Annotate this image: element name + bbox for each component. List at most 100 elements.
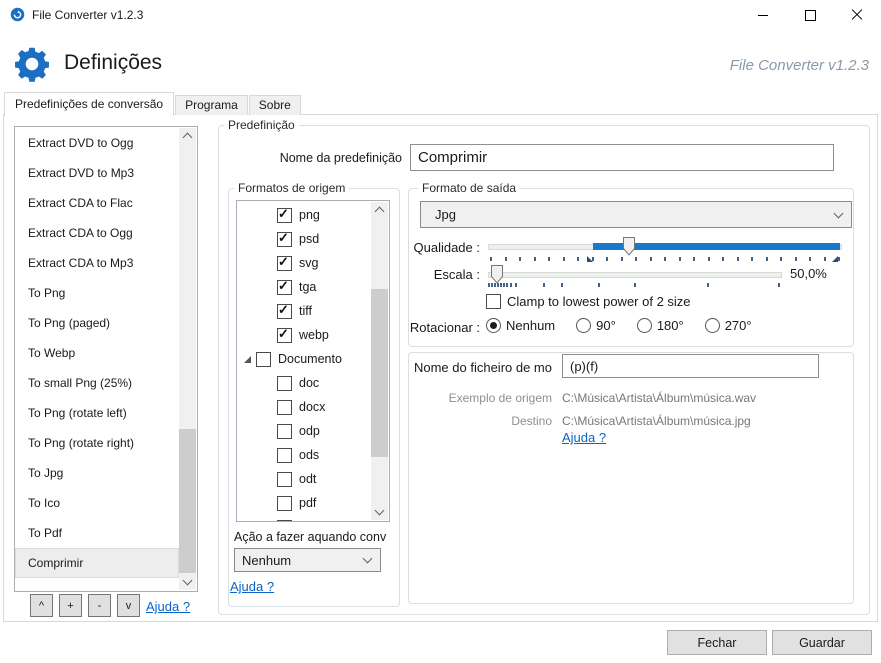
tick-mark bbox=[766, 257, 768, 261]
list-item[interactable]: To Png (rotate right) bbox=[15, 428, 179, 458]
tab[interactable]: Programa bbox=[175, 95, 248, 115]
formats-help-link[interactable]: Ajuda ? bbox=[230, 579, 274, 594]
checkbox[interactable] bbox=[277, 424, 292, 439]
format-row[interactable]: Documento bbox=[237, 347, 389, 371]
format-row[interactable]: doc bbox=[237, 371, 389, 395]
format-list-items: pngpsdsvgtgatiffwebpDocumentodocdocxodpo… bbox=[237, 201, 389, 521]
format-row[interactable]: webp bbox=[237, 323, 389, 347]
list-item[interactable]: Extract CDA to Flac bbox=[15, 188, 179, 218]
preset-name-input[interactable] bbox=[410, 144, 834, 171]
list-item[interactable]: Extract DVD to Mp3 bbox=[15, 158, 179, 188]
checkbox[interactable] bbox=[277, 232, 292, 247]
format-row[interactable]: png bbox=[237, 203, 389, 227]
tick-mark bbox=[737, 257, 739, 261]
list-item[interactable]: Extract CDA to Mp3 bbox=[15, 248, 179, 278]
format-row[interactable]: odt bbox=[237, 467, 389, 491]
checkbox[interactable] bbox=[277, 256, 292, 271]
radio-button[interactable] bbox=[637, 318, 652, 333]
list-item[interactable]: To Webp bbox=[15, 338, 179, 368]
list-item[interactable]: To Ico bbox=[15, 488, 179, 518]
minimize-button[interactable] bbox=[740, 0, 786, 30]
checkbox[interactable] bbox=[277, 400, 292, 415]
tick-mark bbox=[634, 283, 636, 287]
list-item[interactable]: To Pdf bbox=[15, 518, 179, 548]
filename-help-link[interactable]: Ajuda ? bbox=[562, 430, 606, 445]
format-row[interactable]: docx bbox=[237, 395, 389, 419]
save-button[interactable]: Guardar bbox=[772, 630, 872, 655]
format-list-scrollbar[interactable] bbox=[371, 202, 388, 520]
tick-mark bbox=[707, 283, 709, 287]
list-item[interactable]: To Png (rotate left) bbox=[15, 398, 179, 428]
rotate-option[interactable]: 180° bbox=[637, 318, 684, 333]
radio-label: 180° bbox=[657, 318, 684, 333]
tab[interactable]: Sobre bbox=[249, 95, 301, 115]
checkbox[interactable] bbox=[277, 280, 292, 295]
checkbox[interactable] bbox=[277, 376, 292, 391]
format-label: docx bbox=[299, 400, 325, 414]
checkbox[interactable] bbox=[277, 208, 292, 223]
checkbox[interactable] bbox=[256, 352, 271, 367]
format-list: pngpsdsvgtgatiffwebpDocumentodocdocxodpo… bbox=[236, 200, 390, 522]
scrollbar-thumb[interactable] bbox=[179, 429, 196, 573]
scale-value: 50,0% bbox=[790, 266, 842, 281]
list-item[interactable]: To Jpg bbox=[15, 458, 179, 488]
list-item[interactable]: Extract CDA to Ogg bbox=[15, 218, 179, 248]
move-up-button[interactable]: ^ bbox=[30, 594, 53, 617]
page-title: Definições bbox=[64, 51, 162, 75]
maximize-button[interactable] bbox=[787, 0, 833, 30]
close-button[interactable] bbox=[834, 0, 880, 30]
quality-slider-thumb[interactable] bbox=[623, 237, 635, 256]
radio-button[interactable] bbox=[705, 318, 720, 333]
format-row[interactable]: odp bbox=[237, 419, 389, 443]
format-label: png bbox=[299, 208, 320, 222]
rotate-option[interactable]: Nenhum bbox=[486, 318, 555, 333]
close-dialog-button[interactable]: Fechar bbox=[667, 630, 767, 655]
add-preset-button[interactable]: + bbox=[59, 594, 82, 617]
radio-button[interactable] bbox=[576, 318, 591, 333]
filename-template-input[interactable] bbox=[562, 354, 819, 378]
output-format-select[interactable]: Jpg bbox=[420, 201, 852, 228]
radio-label: 270° bbox=[725, 318, 752, 333]
format-row[interactable]: tga bbox=[237, 275, 389, 299]
format-row[interactable]: psd bbox=[237, 227, 389, 251]
tick-mark bbox=[722, 257, 724, 261]
list-item[interactable]: To Png (paged) bbox=[15, 308, 179, 338]
checkbox[interactable] bbox=[277, 496, 292, 511]
tick-mark bbox=[708, 257, 710, 261]
conversion-action-value: Nenhum bbox=[242, 553, 291, 568]
rotate-option[interactable]: 270° bbox=[705, 318, 752, 333]
clamp-checkbox[interactable] bbox=[486, 294, 501, 309]
preset-list-scrollbar[interactable] bbox=[179, 128, 196, 590]
format-label: odt bbox=[299, 472, 316, 486]
scale-label: Escala : bbox=[398, 267, 480, 282]
tick-mark bbox=[534, 257, 536, 261]
checkbox[interactable] bbox=[277, 448, 292, 463]
list-item[interactable]: To small Png (25%) bbox=[15, 368, 179, 398]
tab[interactable]: Predefinições de conversão bbox=[4, 92, 174, 116]
checkbox[interactable] bbox=[277, 472, 292, 487]
checkbox[interactable] bbox=[277, 520, 292, 522]
conversion-action-select[interactable]: Nenhum bbox=[234, 548, 381, 572]
format-row[interactable]: svg bbox=[237, 251, 389, 275]
checkbox[interactable] bbox=[277, 304, 292, 319]
checkbox[interactable] bbox=[277, 328, 292, 343]
format-row[interactable]: tiff bbox=[237, 299, 389, 323]
list-item[interactable]: Extract DVD to Ogg bbox=[15, 128, 179, 158]
format-row[interactable] bbox=[237, 515, 389, 521]
format-row[interactable]: ods bbox=[237, 443, 389, 467]
scrollbar-thumb[interactable] bbox=[371, 289, 388, 457]
remove-preset-button[interactable]: - bbox=[88, 594, 111, 617]
rotate-option[interactable]: 90° bbox=[576, 318, 616, 333]
move-down-button[interactable]: v bbox=[117, 594, 140, 617]
tree-expander-icon[interactable] bbox=[244, 356, 251, 363]
list-item[interactable]: Comprimir bbox=[15, 548, 179, 578]
format-row[interactable]: pdf bbox=[237, 491, 389, 515]
tick-mark bbox=[500, 283, 502, 287]
scale-slider-thumb[interactable] bbox=[491, 265, 503, 284]
format-label: Documento bbox=[278, 352, 342, 366]
list-item[interactable]: To Png bbox=[15, 278, 179, 308]
presets-help-link[interactable]: Ajuda ? bbox=[146, 599, 190, 614]
scale-slider[interactable] bbox=[488, 272, 782, 278]
radio-button[interactable] bbox=[486, 318, 501, 333]
app-version-label: File Converter v1.2.3 bbox=[730, 57, 869, 74]
